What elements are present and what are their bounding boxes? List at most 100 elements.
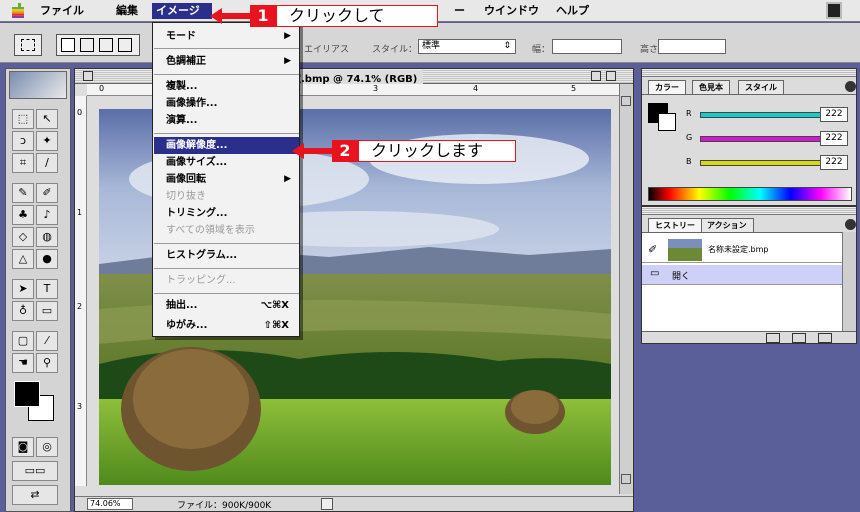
selection-mode-buttons[interactable] [56, 34, 140, 56]
scroll-up-arrow-icon[interactable] [621, 96, 631, 106]
slice-tool[interactable]: ∕ [36, 153, 58, 173]
standard-mode-button[interactable]: ◙ [12, 437, 34, 457]
file-size-info: ファイル：900K/900K [177, 501, 272, 511]
menu-item-image-resolution[interactable]: 画像解像度... [154, 137, 299, 154]
menu-file[interactable]: ファイル [36, 3, 88, 19]
new-snapshot-icon[interactable] [792, 333, 806, 343]
zoom-box-icon[interactable] [591, 71, 601, 81]
menu-item-image-size[interactable]: 画像サイズ... [154, 154, 299, 171]
red-track[interactable] [700, 112, 840, 118]
blue-track[interactable] [700, 160, 840, 166]
hand-tool[interactable]: ☚ [12, 353, 34, 373]
app-switcher-icon[interactable] [826, 2, 842, 19]
menu-view[interactable]: ー [450, 3, 469, 19]
tab-history[interactable]: ヒストリー [648, 218, 702, 232]
tab-actions[interactable]: アクション [700, 218, 754, 232]
shortcut-liquify: ⇧⌘X [263, 320, 289, 331]
menu-item-histogram[interactable]: ヒストグラム... [154, 247, 299, 264]
blue-slider[interactable]: B 222 [672, 155, 852, 171]
menu-image[interactable]: イメージ [152, 3, 212, 19]
tab-color[interactable]: カラー [648, 80, 686, 94]
submenu-arrow-icon: ▶ [284, 56, 291, 66]
width-field[interactable] [552, 39, 622, 54]
menu-item-mode[interactable]: モード ▶ [154, 28, 299, 45]
menu-separator [154, 293, 299, 294]
blue-label: B [686, 157, 692, 166]
scroll-down-arrow-icon[interactable] [621, 474, 631, 484]
marquee-tool[interactable]: ⬚ [12, 109, 34, 129]
history-scrollbar[interactable] [842, 232, 856, 332]
menu-item-extract[interactable]: 抽出... ⌥⌘X [154, 297, 299, 314]
blur-tool[interactable]: △ [12, 249, 34, 269]
menu-edit[interactable]: 編集 [112, 3, 142, 19]
foreground-color-swatch-top[interactable] [14, 381, 40, 407]
screen-mode-buttons[interactable]: ▭▭ [12, 461, 58, 481]
height-field[interactable] [658, 39, 726, 54]
menu-item-rotate[interactable]: 画像回転 ▶ [154, 171, 299, 188]
stamp-tool[interactable]: ♣ [12, 205, 34, 225]
lasso-tool[interactable]: ↄ [12, 131, 34, 151]
bucket-tool[interactable]: ◍ [36, 227, 58, 247]
subtract-selection-icon[interactable] [99, 38, 113, 52]
menu-item-adjust[interactable]: 色調補正 ▶ [154, 53, 299, 70]
panel-menu-icon[interactable] [845, 219, 856, 230]
green-track[interactable] [700, 136, 840, 142]
eraser-tool[interactable]: ◇ [12, 227, 34, 247]
tab-swatches[interactable]: 色見本 [692, 80, 730, 94]
green-slider[interactable]: G 222 [672, 131, 852, 147]
history-brush-source-icon[interactable]: ✐ [648, 243, 657, 256]
jump-to-imageready-button[interactable]: ⇄ [12, 485, 58, 505]
status-menu-arrow-icon[interactable] [321, 498, 333, 510]
toolbox: ⬚ ↖ ↄ ✦ ⌗ ∕ ✎ ✐ ♣ ♪ ◇ ◍ △ ● ➤ T ♁ ▭ ▢ ⁄ … [5, 68, 71, 512]
red-value[interactable]: 222 [820, 107, 848, 122]
menu-item-calculations[interactable]: 演算... [154, 112, 299, 129]
panel-titlebar[interactable] [642, 69, 856, 77]
select-arrows-icon: ⇕ [503, 41, 511, 51]
magic-wand-tool[interactable]: ✦ [36, 131, 58, 151]
menu-help[interactable]: ヘルプ [552, 3, 593, 19]
new-selection-icon[interactable] [61, 38, 75, 52]
zoom-tool[interactable]: ⚲ [36, 353, 58, 373]
quickmask-mode-button[interactable]: ◎ [36, 437, 58, 457]
move-tool[interactable]: ↖ [36, 109, 58, 129]
history-brush-tool[interactable]: ♪ [36, 205, 58, 225]
zoom-level-field[interactable]: 74.06% [87, 498, 133, 510]
brush-tool[interactable]: ✐ [36, 183, 58, 203]
menu-item-trap[interactable]: トラッピング... [154, 272, 299, 289]
trash-icon[interactable] [818, 333, 832, 343]
collapse-box-icon[interactable] [606, 71, 616, 81]
menu-item-reveal-all[interactable]: すべての領域を表示 [154, 222, 299, 239]
panel-menu-icon[interactable] [845, 81, 856, 92]
menu-item-crop[interactable]: 切り抜き [154, 188, 299, 205]
menu-item-trim[interactable]: トリミング... [154, 205, 299, 222]
green-value[interactable]: 222 [820, 131, 848, 146]
apple-icon[interactable] [10, 2, 26, 20]
intersect-selection-icon[interactable] [118, 38, 132, 52]
burn-tool[interactable]: ● [36, 249, 58, 269]
notes-tool[interactable]: ▢ [12, 331, 34, 351]
color-spectrum-bar[interactable] [648, 187, 852, 201]
path-select-tool[interactable]: ➤ [12, 279, 34, 299]
vertical-scrollbar[interactable] [619, 84, 633, 494]
close-box-icon[interactable] [83, 71, 93, 81]
healing-brush-tool[interactable]: ✎ [12, 183, 34, 203]
add-selection-icon[interactable] [80, 38, 94, 52]
panel-titlebar[interactable] [642, 207, 856, 215]
tab-styles[interactable]: スタイル [738, 80, 784, 94]
blue-value[interactable]: 222 [820, 155, 848, 170]
history-snapshot[interactable]: ✐ 名称未設定.bmp [642, 237, 842, 263]
menu-window[interactable]: ウインドウ [480, 3, 543, 19]
new-document-icon[interactable] [766, 333, 780, 343]
crop-tool[interactable]: ⌗ [12, 153, 34, 173]
shape-tool[interactable]: ▭ [36, 301, 58, 321]
type-tool[interactable]: T [36, 279, 58, 299]
red-slider[interactable]: R 222 [672, 107, 852, 123]
style-select[interactable]: 標準 ⇕ [418, 39, 516, 54]
menu-item-duplicate[interactable]: 複製... [154, 78, 299, 95]
pen-tool[interactable]: ♁ [12, 301, 34, 321]
menu-item-apply-image[interactable]: 画像操作... [154, 95, 299, 112]
history-state[interactable]: ▭ 開く [642, 265, 842, 285]
eyedropper-tool[interactable]: ⁄ [36, 331, 58, 351]
marquee-tool-icon[interactable] [14, 34, 42, 56]
menu-item-liquify[interactable]: ゆがみ... ⇧⌘X [154, 317, 299, 334]
